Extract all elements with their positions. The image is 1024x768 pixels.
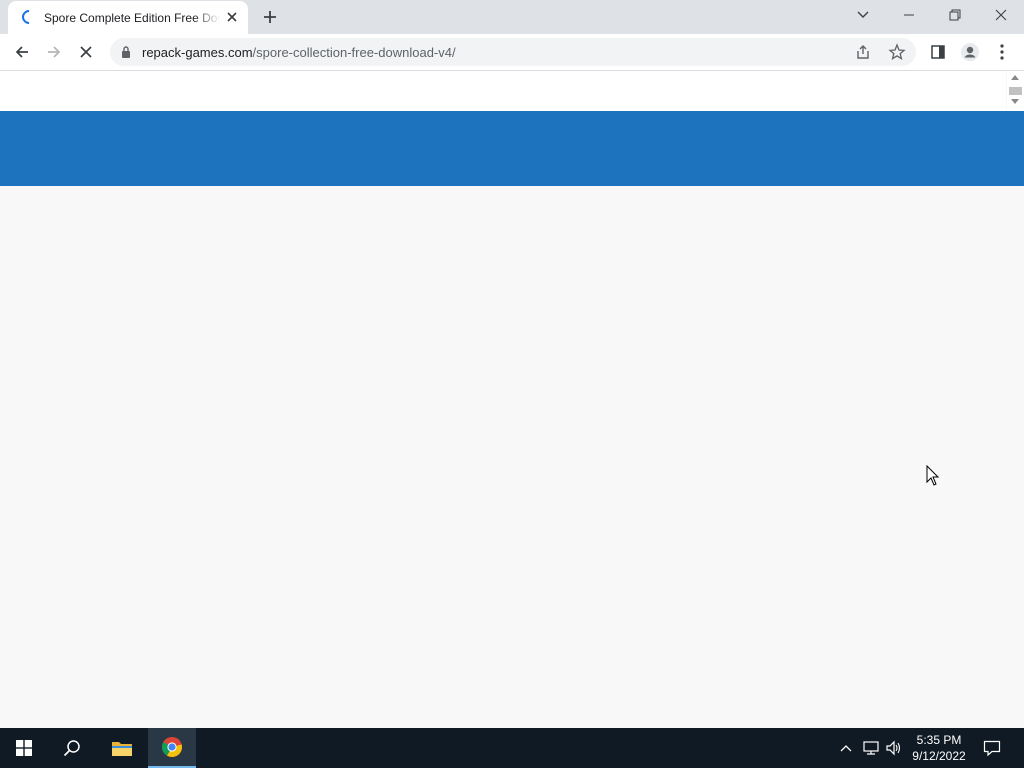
chrome-taskbar-button[interactable] <box>148 728 196 768</box>
stop-loading-button[interactable] <box>72 38 100 66</box>
forward-arrow-icon <box>48 46 61 58</box>
scroll-up-arrow-icon[interactable] <box>1011 75 1019 80</box>
profile-button[interactable] <box>956 38 984 66</box>
notification-icon <box>983 740 1001 756</box>
clock-date: 9/12/2022 <box>912 749 966 763</box>
scroll-down-arrow-icon[interactable] <box>1011 99 1019 104</box>
tab-close-icon[interactable] <box>224 9 240 25</box>
bookmark-star-icon[interactable] <box>888 43 906 61</box>
clock-time: 5:35 PM <box>916 733 962 747</box>
tab-search-button[interactable] <box>840 0 886 30</box>
side-panel-icon <box>931 45 945 59</box>
show-hidden-icons-button[interactable] <box>836 728 856 768</box>
restore-button[interactable] <box>932 0 978 30</box>
tab-strip: Spore Complete Edition Free Download <box>0 0 1024 34</box>
lock-icon[interactable] <box>120 45 132 59</box>
scrollbar-thumb[interactable] <box>1009 87 1022 95</box>
browser-toolbar: repack-games.com/spore-collection-free-d… <box>0 34 1024 71</box>
folder-icon <box>112 742 132 756</box>
back-arrow-icon <box>15 46 28 58</box>
site-header-banner <box>0 111 1024 186</box>
mouse-cursor-icon <box>926 465 940 486</box>
tab-title: Spore Complete Edition Free Download <box>44 11 220 25</box>
address-bar[interactable]: repack-games.com/spore-collection-free-d… <box>110 38 916 66</box>
new-tab-button[interactable] <box>258 6 282 28</box>
forward-button[interactable] <box>40 38 68 66</box>
profile-avatar-icon <box>961 43 979 61</box>
start-button[interactable] <box>0 728 48 768</box>
notifications-button[interactable] <box>980 728 1004 768</box>
windows-logo-icon <box>16 740 32 756</box>
menu-button[interactable] <box>988 38 1016 66</box>
page-top-bar <box>0 71 1006 111</box>
stop-icon <box>80 46 92 58</box>
three-dots-menu-icon <box>1000 44 1004 60</box>
loading-spinner-icon <box>19 7 39 27</box>
chrome-logo-icon <box>162 737 183 758</box>
search-button[interactable] <box>48 728 96 768</box>
page-scrollbar[interactable] <box>1007 71 1024 111</box>
network-icon <box>863 741 879 755</box>
chevron-up-icon <box>840 745 852 752</box>
network-status[interactable] <box>860 728 882 768</box>
search-icon <box>63 740 80 757</box>
minimize-button[interactable] <box>886 0 932 30</box>
file-explorer-button[interactable] <box>98 728 146 768</box>
back-button[interactable] <box>8 38 36 66</box>
close-window-button[interactable] <box>978 0 1024 30</box>
windows-taskbar: 5:35 PM 9/12/2022 <box>0 728 1024 768</box>
taskbar-clock[interactable]: 5:35 PM 9/12/2022 <box>900 732 978 766</box>
browser-tab[interactable]: Spore Complete Edition Free Download <box>8 1 248 34</box>
share-icon[interactable] <box>854 43 872 61</box>
side-panel-button[interactable] <box>924 38 952 66</box>
url-text[interactable]: repack-games.com/spore-collection-free-d… <box>142 45 456 60</box>
web-page-viewport <box>0 71 1024 728</box>
